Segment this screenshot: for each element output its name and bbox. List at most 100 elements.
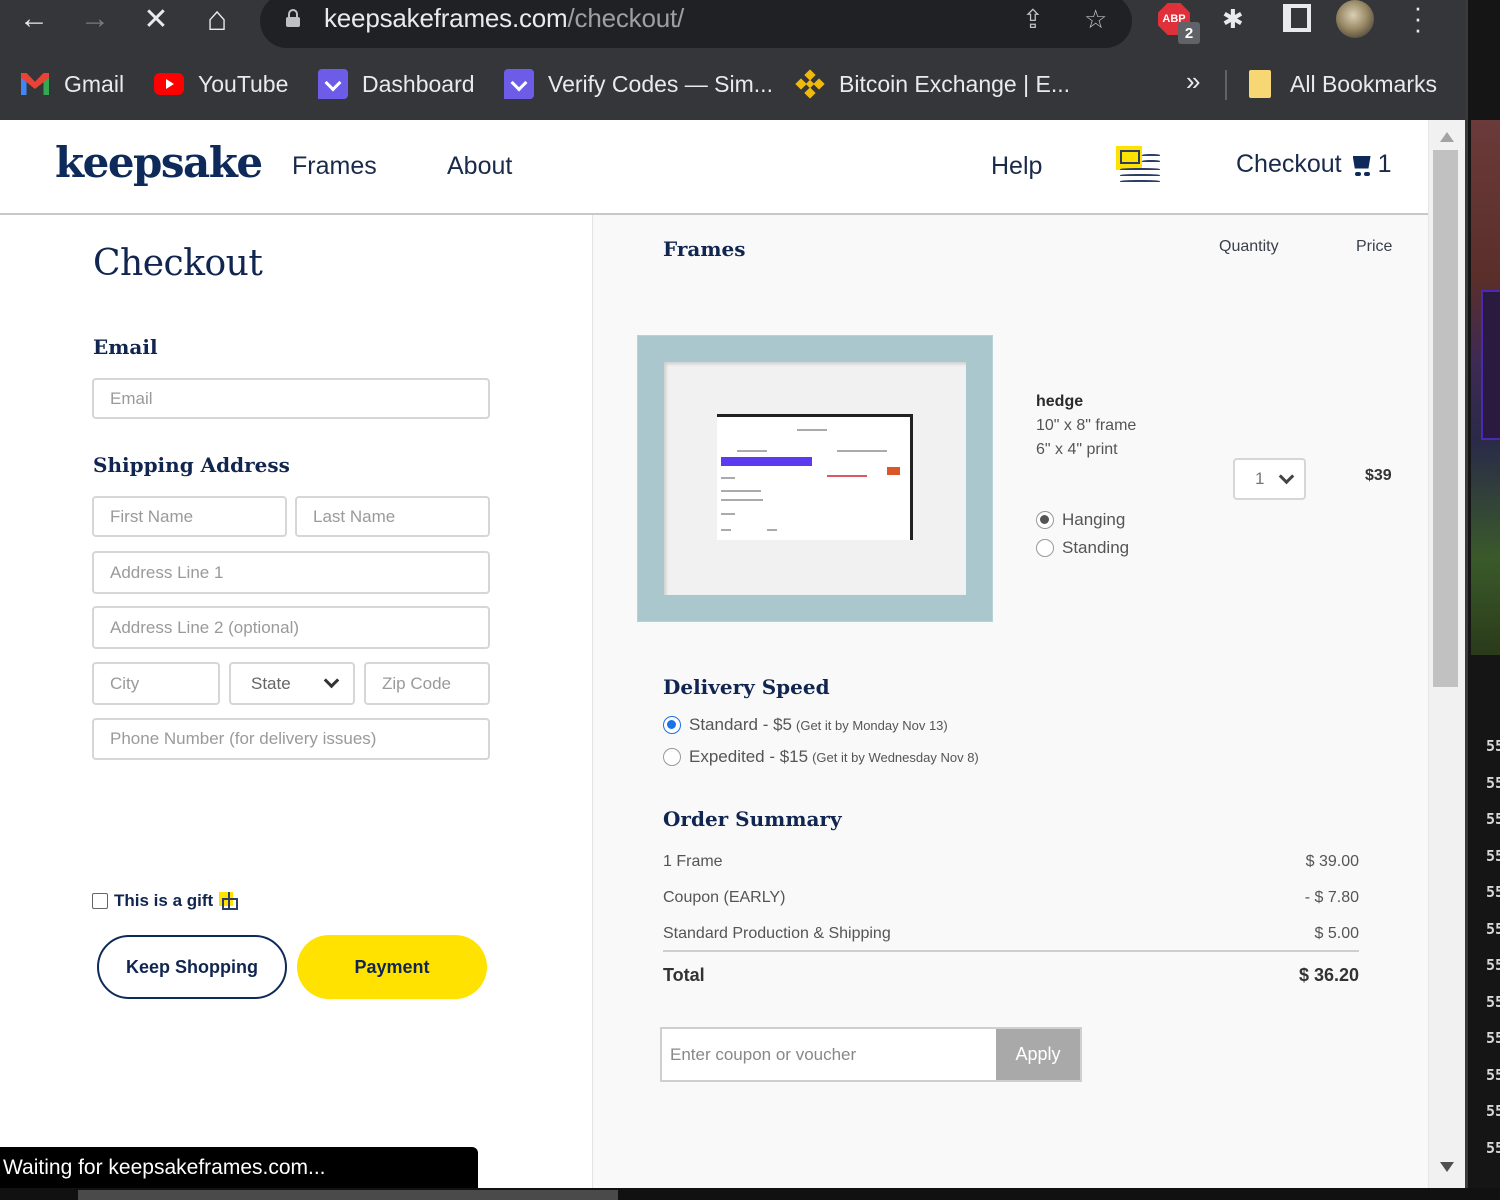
more-bookmarks-button[interactable]: » [1186,66,1200,97]
delivery-option-standard[interactable]: Standard - $5 (Get it by Monday Nov 13) [663,715,948,735]
page-scrollbar[interactable] [1428,120,1465,1188]
radio-hanging[interactable] [1036,511,1054,529]
us-flag-icon[interactable] [1116,146,1162,184]
gmail-icon [21,73,49,95]
page-viewport: keepsake Frames About Help Checkout 1 Ch… [0,120,1465,1188]
email-field[interactable] [110,388,472,409]
nav-about[interactable]: About [447,152,512,181]
bookmark-bitcoin-exchange[interactable]: Bitcoin Exchange | E... [795,68,1070,100]
cart-item-details: hedge 10" x 8" frame 6" x 4" print Hangi… [1036,390,1136,560]
home-button[interactable]: ⌂ [197,0,237,38]
bookmark-dashboard[interactable]: Dashboard [318,68,475,100]
address-line-2-field[interactable] [110,617,472,638]
browser-chrome: ← → ✕ ⌂ keepsakeframes.com/checkout/ ⇪ ☆… [0,0,1465,120]
cart-count: 1 [1377,150,1392,178]
gift-checkbox[interactable] [92,893,108,909]
bookmark-gmail[interactable]: Gmail [20,68,124,100]
browser-status-bubble: Waiting for keepsakeframes.com... [0,1147,478,1188]
item-print-size: 6" x 4" print [1036,441,1118,458]
scrollbar-thumb[interactable] [1433,150,1458,687]
taskbar-item[interactable] [78,1190,618,1200]
share-icon[interactable]: ⇪ [1022,4,1044,35]
zip-code-field[interactable] [382,673,472,694]
side-panel-icon[interactable] [1283,4,1311,32]
abp-badge: 2 [1178,22,1200,44]
purple-chat-icon [318,69,348,99]
scroll-up-arrow-icon[interactable] [1440,132,1454,142]
framed-print [717,414,913,540]
star-icon[interactable]: ☆ [1084,4,1107,35]
radio-label: Standing [1062,538,1130,557]
back-button[interactable]: ← [14,0,54,38]
radio-standard[interactable] [663,716,681,734]
email-field-wrapper [92,378,490,419]
item-name: hedge [1036,393,1084,410]
zip-wrapper [364,662,490,705]
gift-icon [219,890,241,912]
delivery-note: (Get it by Wednesday Nov 8) [812,749,979,765]
delivery-option-expedited[interactable]: Expedited - $15 (Get it by Wednesday Nov… [663,747,979,767]
summary-total-row: Total $ 36.20 [663,965,1359,986]
bookmarks-divider [1225,70,1227,100]
radio-expedited[interactable] [663,748,681,766]
scroll-down-arrow-icon[interactable] [1440,1162,1454,1172]
shipping-heading: Shipping Address [93,453,290,477]
binance-icon [795,69,825,99]
last-name-field[interactable] [313,506,472,527]
radio-standing[interactable] [1036,539,1054,557]
profile-avatar[interactable] [1336,0,1374,38]
nav-frames[interactable]: Frames [292,152,377,181]
code-line: 55 [1486,1065,1500,1084]
address-bar[interactable]: keepsakeframes.com/checkout/ ⇪ ☆ [260,0,1132,48]
city-field[interactable] [110,673,202,694]
url-text[interactable]: keepsakeframes.com/checkout/ [324,3,684,34]
summary-divider [663,950,1359,952]
bookmark-verify-codes[interactable]: Verify Codes — Sim... [504,68,773,100]
site-logo[interactable]: keepsake [55,138,263,187]
chevron-down-icon [1278,468,1295,484]
bookmarks-bar: Gmail YouTube Dashboard Verify Codes — S… [0,62,1465,106]
total-label: Total [663,965,705,985]
summary-value: $ 39.00 [1305,853,1359,870]
cart-icon [1350,154,1372,176]
extensions-puzzle-icon[interactable]: ✱ [1222,4,1244,35]
stop-button[interactable]: ✕ [136,0,176,38]
summary-row: Standard Production & Shipping $ 5.00 [663,925,1359,943]
coupon-input[interactable] [662,1029,996,1080]
all-bookmarks-folder[interactable]: All Bookmarks [1248,68,1437,100]
quantity-select[interactable]: 1 [1233,458,1306,500]
code-line: 55 [1486,1102,1500,1120]
background-window: 55 55 55 55 55 55 55 55 55 55 55 55 [1465,0,1500,1200]
nav-checkout-cart[interactable]: Checkout 1 [1236,150,1392,179]
browser-menu-icon[interactable]: · · · [1408,0,1428,42]
last-name-wrapper [295,496,490,537]
code-line: 55 [1486,956,1500,974]
code-line: 55 [1486,737,1500,755]
forward-button[interactable]: → [75,0,115,38]
order-panel: Frames Quantity Price hedge 10" x 8" fra… [593,215,1428,1188]
bookmark-youtube[interactable]: YouTube [154,68,288,100]
keep-shopping-button[interactable]: Keep Shopping [97,935,287,999]
phone-field[interactable] [110,729,472,749]
state-select[interactable]: State [229,662,355,705]
summary-value: $ 5.00 [1314,925,1359,942]
nav-help[interactable]: Help [991,152,1042,181]
bookmark-label: Dashboard [362,70,475,97]
address-line-1-field[interactable] [110,562,472,583]
apply-coupon-button[interactable]: Apply [996,1029,1080,1080]
city-wrapper [92,662,220,705]
address2-wrapper [92,606,490,649]
mount-option-hanging[interactable]: Hanging [1036,508,1136,532]
checkout-label: Checkout [1236,150,1342,178]
mount-option-standing[interactable]: Standing [1036,536,1136,560]
home-icon: ⌂ [206,0,228,38]
coupon-form: Apply [660,1027,1082,1082]
close-icon: ✕ [143,2,169,36]
background-code-column: 55 55 55 55 55 55 55 55 55 55 55 55 [1486,728,1500,1166]
state-select-value: State [251,673,291,693]
phone-wrapper [92,718,490,760]
first-name-field[interactable] [110,506,269,527]
gift-label[interactable]: This is a gift [114,891,213,911]
page-title: Checkout [93,243,263,284]
payment-button[interactable]: Payment [297,935,487,999]
